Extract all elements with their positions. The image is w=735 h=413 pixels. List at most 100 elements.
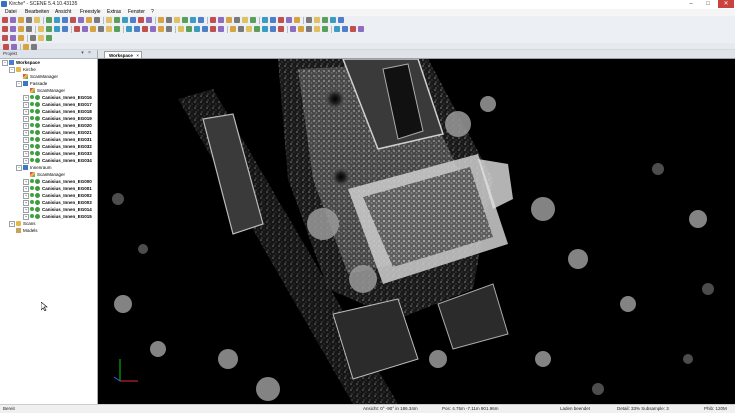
toolbar-tool-icon[interactable] — [182, 17, 188, 23]
toolbar-tool-icon[interactable] — [322, 26, 328, 32]
expand-icon[interactable]: + — [23, 186, 29, 192]
toolbar-tool-icon[interactable] — [82, 26, 88, 32]
menu-help[interactable]: ? — [151, 9, 154, 16]
tab-workspace[interactable]: Workspace × — [104, 51, 142, 58]
toolbar-tool-icon[interactable] — [2, 35, 8, 41]
minimize-button[interactable]: – — [683, 0, 699, 8]
toolbar-tool-icon[interactable] — [158, 26, 164, 32]
toolbar-tool-icon[interactable] — [218, 26, 224, 32]
toolbar-tool-icon[interactable] — [46, 26, 52, 32]
toolbar-tool-icon[interactable] — [226, 17, 232, 23]
toolbar-tool-icon[interactable] — [254, 26, 260, 32]
toolbar-tool-icon[interactable] — [130, 17, 136, 23]
expand-icon[interactable]: + — [23, 144, 29, 150]
toolbar-tool-icon[interactable] — [314, 26, 320, 32]
expand-icon[interactable]: + — [23, 95, 29, 101]
toolbar-tool-icon[interactable] — [54, 17, 60, 23]
tab-close-icon[interactable]: × — [136, 52, 139, 59]
menu-fenster[interactable]: Fenster — [128, 9, 145, 16]
toolbar-tool-icon[interactable] — [74, 26, 80, 32]
toolbar-tool-icon[interactable] — [290, 26, 296, 32]
toolbar-tool-icon[interactable] — [10, 17, 16, 23]
toolbar-tool-icon[interactable] — [46, 35, 52, 41]
menu-ansicht[interactable]: Ansicht — [55, 9, 71, 16]
toolbar-tool-icon[interactable] — [106, 26, 112, 32]
toolbar-tool-icon[interactable] — [238, 26, 244, 32]
collapse-icon[interactable]: − — [16, 165, 22, 171]
toolbar-tool-icon[interactable] — [26, 26, 32, 32]
collapse-icon[interactable]: − — [9, 67, 15, 73]
toolbar-tool-icon[interactable] — [334, 26, 340, 32]
toolbar-tool-icon[interactable] — [166, 26, 172, 32]
toolbar-tool-icon[interactable] — [86, 17, 92, 23]
menu-freestyle[interactable]: Freestyle — [80, 9, 101, 16]
toolbar-tool-icon[interactable] — [90, 26, 96, 32]
menu-bearbeiten[interactable]: Bearbeiten — [25, 9, 49, 16]
toolbar-tool-icon[interactable] — [2, 17, 8, 23]
toolbar-tool-icon[interactable] — [242, 17, 248, 23]
expand-icon[interactable]: + — [23, 179, 29, 185]
toolbar-tool-icon[interactable] — [314, 17, 320, 23]
toolbar-tool-icon[interactable] — [98, 26, 104, 32]
toolbar-tool-icon[interactable] — [46, 17, 52, 23]
expand-icon[interactable]: + — [23, 158, 29, 164]
menu-datei[interactable]: Datei — [5, 9, 17, 16]
toolbar-tool-icon[interactable] — [106, 17, 112, 23]
toolbar-tool-icon[interactable] — [34, 17, 40, 23]
toolbar-tool-icon[interactable] — [330, 17, 336, 23]
toolbar-tool-icon[interactable] — [30, 35, 36, 41]
toolbar-tool-icon[interactable] — [278, 17, 284, 23]
toolbar-tool-icon[interactable] — [298, 26, 304, 32]
toolbar-tool-icon[interactable] — [158, 17, 164, 23]
toolbar-tool-icon[interactable] — [234, 17, 240, 23]
toolbar-tool-icon[interactable] — [342, 26, 348, 32]
expand-icon[interactable]: + — [23, 123, 29, 129]
toolbar-tool-icon[interactable] — [246, 26, 252, 32]
toolbar-tool-icon[interactable] — [194, 26, 200, 32]
toolbar-tool-icon[interactable] — [94, 17, 100, 23]
toolbar-tool-icon[interactable] — [278, 26, 284, 32]
toolbar-tool-icon[interactable] — [202, 26, 208, 32]
expand-icon[interactable]: + — [23, 102, 29, 108]
toolbar-tool-icon[interactable] — [270, 17, 276, 23]
toolbar-tool-icon[interactable] — [270, 26, 276, 32]
toolbar-tool-icon[interactable] — [306, 26, 312, 32]
expand-icon[interactable]: + — [23, 116, 29, 122]
maximize-button[interactable]: □ — [700, 0, 716, 8]
expand-icon[interactable]: + — [23, 137, 29, 143]
toolbar-tool-icon[interactable] — [62, 26, 68, 32]
toolbar-tool-icon[interactable] — [150, 26, 156, 32]
close-button[interactable]: ✕ — [718, 0, 734, 8]
toolbar-tool-icon[interactable] — [198, 17, 204, 23]
toolbar-tool-icon[interactable] — [134, 26, 140, 32]
toolbar-tool-icon[interactable] — [38, 35, 44, 41]
toolbar-tool-icon[interactable] — [186, 26, 192, 32]
toolbar-tool-icon[interactable] — [166, 17, 172, 23]
collapse-icon[interactable]: − — [16, 81, 22, 87]
toolbar-tool-icon[interactable] — [174, 17, 180, 23]
toolbar-tool-icon[interactable] — [210, 17, 216, 23]
toolbar-tool-icon[interactable] — [218, 17, 224, 23]
expand-icon[interactable]: + — [23, 130, 29, 136]
toolbar-tool-icon[interactable] — [146, 17, 152, 23]
collapse-icon[interactable]: − — [2, 60, 8, 66]
toolbar-tool-icon[interactable] — [122, 17, 128, 23]
expand-icon[interactable]: + — [23, 207, 29, 213]
toolbar-tool-icon[interactable] — [338, 17, 344, 23]
toolbar-tool-icon[interactable] — [262, 17, 268, 23]
toolbar-tool-icon[interactable] — [350, 26, 356, 32]
toolbar-tool-icon[interactable] — [78, 17, 84, 23]
toolbar-tool-icon[interactable] — [142, 26, 148, 32]
toolbar-tool-icon[interactable] — [10, 35, 16, 41]
point-cloud-viewport[interactable] — [98, 59, 735, 404]
toolbar-tool-icon[interactable] — [70, 17, 76, 23]
toolbar-tool-icon[interactable] — [286, 17, 292, 23]
toolbar-tool-icon[interactable] — [358, 26, 364, 32]
toolbar-tool-icon[interactable] — [38, 26, 44, 32]
toolbar-tool-icon[interactable] — [230, 26, 236, 32]
toolbar-tool-icon[interactable] — [250, 17, 256, 23]
toolbar-tool-icon[interactable] — [62, 17, 68, 23]
toolbar-tool-icon[interactable] — [114, 26, 120, 32]
expand-icon[interactable]: + — [23, 151, 29, 157]
panel-close-icon[interactable]: × — [87, 51, 92, 56]
